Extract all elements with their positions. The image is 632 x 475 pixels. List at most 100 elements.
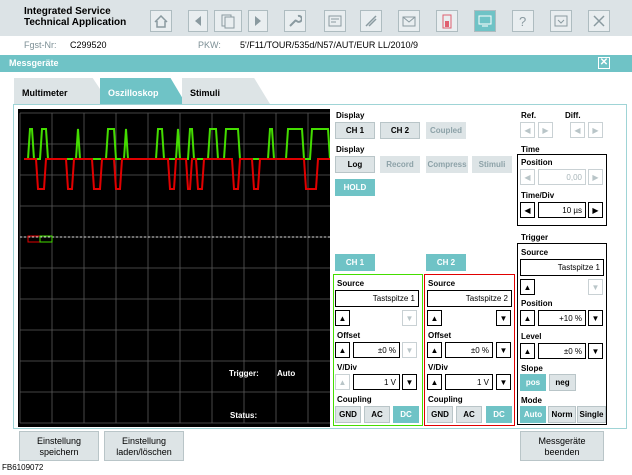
battery-button[interactable]: [436, 10, 458, 32]
timediv-label: Time/Div: [521, 191, 555, 200]
ref-next-button[interactable]: ▶: [538, 122, 553, 138]
documents-button[interactable]: [214, 10, 242, 32]
tab-multimeter[interactable]: Multimeter: [14, 78, 110, 104]
ch2-source-down[interactable]: ▼: [496, 310, 511, 326]
record-button[interactable]: Record: [380, 156, 420, 173]
ref-prev-button[interactable]: ◀: [520, 122, 535, 138]
mode-single-button[interactable]: Single: [577, 406, 606, 423]
ch2-header[interactable]: CH 2: [426, 254, 466, 271]
ch2-vdiv-label: V/Div: [428, 363, 449, 372]
ch1-header[interactable]: CH 1: [335, 254, 375, 271]
ch1-dc-button[interactable]: DC: [393, 406, 419, 423]
scope-graph: [19, 112, 341, 424]
ch1-offset-down[interactable]: ▼: [402, 342, 417, 358]
trigger-source-field[interactable]: Tastspitze 1: [520, 259, 604, 276]
diff-next-button[interactable]: ▶: [588, 122, 603, 138]
trigger-level-field[interactable]: ±0 %: [538, 343, 586, 359]
ch2-vdiv-up[interactable]: ▲: [427, 374, 442, 390]
ch2-source-label: Source: [428, 279, 456, 288]
close-icon[interactable]: ✕: [598, 57, 610, 69]
triangle-down-icon: ▼: [591, 346, 600, 356]
ch2-vdiv-field[interactable]: 1 V: [445, 374, 493, 390]
load-settings-button[interactable]: Einstellung laden/löschen: [104, 431, 184, 461]
ch1-source-down[interactable]: ▼: [402, 310, 417, 326]
time-position-right[interactable]: ▶: [588, 169, 603, 185]
mail-button[interactable]: [398, 10, 420, 32]
ch1-source-up[interactable]: ▲: [335, 310, 350, 326]
trigger-level-down[interactable]: ▼: [588, 343, 603, 359]
trigger-label: Trigger:: [229, 369, 259, 378]
time-position-field[interactable]: 0,00: [538, 169, 586, 185]
tab-oszilloskop[interactable]: Oszilloskop: [100, 78, 186, 104]
triangle-down-icon: ▼: [591, 313, 600, 323]
log-button[interactable]: Log: [335, 156, 375, 173]
trigger-source-up[interactable]: ▲: [520, 279, 535, 295]
ch1-ac-button[interactable]: AC: [364, 406, 390, 423]
compress-button[interactable]: Compress: [426, 156, 468, 173]
diff-prev-button[interactable]: ◀: [570, 122, 585, 138]
wrench-button[interactable]: [284, 10, 306, 32]
diagnosis-icon: [328, 15, 342, 27]
ch2-source-field[interactable]: Tastspitze 2: [427, 290, 512, 307]
fgst-label: Fgst-Nr:: [24, 40, 57, 50]
trigger-position-field[interactable]: +10 %: [538, 310, 586, 326]
timediv-right[interactable]: ▶: [588, 202, 603, 218]
save-settings-button[interactable]: Einstellung speichern: [19, 431, 99, 461]
trigger-value: Auto: [277, 369, 296, 378]
end-measuring-button[interactable]: Messgeräte beenden: [520, 431, 604, 461]
trigger-position-down[interactable]: ▼: [588, 310, 603, 326]
measure-button[interactable]: [360, 10, 382, 32]
measuring-devices-button[interactable]: [474, 10, 496, 32]
forward-button[interactable]: [248, 10, 268, 32]
ch2-display-button[interactable]: CH 2: [380, 122, 420, 139]
ch2-gnd-button[interactable]: GND: [427, 406, 453, 423]
back-button[interactable]: [188, 10, 208, 32]
ch1-vdiv-up[interactable]: ▲: [335, 374, 350, 390]
ch1-vdiv-field[interactable]: 1 V: [353, 374, 400, 390]
ch2-vdiv-down[interactable]: ▼: [496, 374, 511, 390]
home-button[interactable]: [150, 10, 172, 32]
ch2-dc-button[interactable]: DC: [486, 406, 512, 423]
pkw-label: PKW:: [198, 40, 221, 50]
diagnosis-button[interactable]: [324, 10, 346, 32]
ch2-source-up[interactable]: ▲: [427, 310, 442, 326]
exit-button[interactable]: [588, 10, 610, 32]
help-button[interactable]: ?: [512, 10, 534, 32]
slope-neg-button[interactable]: neg: [549, 374, 576, 391]
ch1-gnd-button[interactable]: GND: [335, 406, 361, 423]
ch1-source-label: Source: [337, 279, 365, 288]
time-position-left[interactable]: ◀: [520, 169, 535, 185]
trigger-level-up[interactable]: ▲: [520, 343, 535, 359]
ch1-offset-up[interactable]: ▲: [335, 342, 350, 358]
mode-auto-button[interactable]: Auto: [520, 406, 546, 423]
timediv-field[interactable]: 10 µs: [538, 202, 586, 218]
ch2-offset-down[interactable]: ▼: [496, 342, 511, 358]
trigger-source-down[interactable]: ▼: [588, 279, 603, 295]
ch2-offset-field[interactable]: ±0 %: [445, 342, 493, 358]
ch2-offset-up[interactable]: ▲: [427, 342, 442, 358]
display2-title: Display: [336, 145, 365, 154]
trigger-position-up[interactable]: ▲: [520, 310, 535, 326]
coupled-button[interactable]: Coupled: [426, 122, 466, 139]
triangle-up-icon: ▲: [523, 313, 532, 323]
question-icon: ?: [519, 14, 526, 28]
triangle-up-icon: ▲: [523, 282, 532, 292]
triangle-down-icon: ▼: [405, 345, 414, 355]
trigger-title: Trigger: [521, 233, 549, 242]
ch1-source-field[interactable]: Tastspitze 1: [335, 290, 419, 307]
app-title: Integrated Service Technical Application: [24, 6, 127, 28]
ch1-offset-field[interactable]: ±0 %: [353, 342, 400, 358]
mode-norm-button[interactable]: Norm: [548, 406, 576, 423]
stimuli-button[interactable]: Stimuli: [472, 156, 512, 173]
slope-pos-button[interactable]: pos: [520, 374, 546, 391]
ch2-coupling-label: Coupling: [428, 395, 463, 404]
mode-label: Mode: [521, 396, 542, 405]
ch2-ac-button[interactable]: AC: [456, 406, 482, 423]
hold-button[interactable]: HOLD: [335, 179, 375, 196]
tab-stimuli[interactable]: Stimuli: [182, 78, 270, 104]
timediv-left[interactable]: ◀: [520, 202, 535, 218]
section-title: Messgeräte: [9, 58, 59, 68]
ch1-display-button[interactable]: CH 1: [335, 122, 375, 139]
ch1-vdiv-down[interactable]: ▼: [402, 374, 417, 390]
print-button[interactable]: [550, 10, 572, 32]
